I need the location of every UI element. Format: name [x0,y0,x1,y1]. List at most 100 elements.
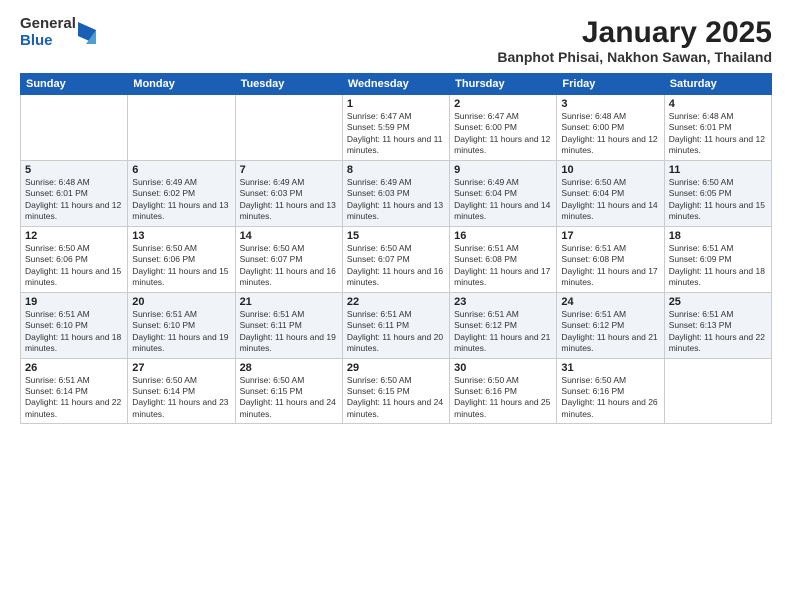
location-title: Banphot Phisai, Nakhon Sawan, Thailand [497,49,772,65]
day-number: 23 [454,296,552,308]
day-info: Sunrise: 6:49 AM Sunset: 6:03 PM Dayligh… [347,177,445,223]
day-info: Sunrise: 6:50 AM Sunset: 6:15 PM Dayligh… [347,375,445,421]
cell-week0-day0 [21,95,128,161]
day-info: Sunrise: 6:50 AM Sunset: 6:15 PM Dayligh… [240,375,338,421]
cell-week1-day5: 10Sunrise: 6:50 AM Sunset: 6:04 PM Dayli… [557,160,664,226]
cell-week2-day1: 13Sunrise: 6:50 AM Sunset: 6:06 PM Dayli… [128,226,235,292]
week-row-0: 1Sunrise: 6:47 AM Sunset: 5:59 PM Daylig… [21,95,772,161]
calendar-table: Sunday Monday Tuesday Wednesday Thursday… [20,73,772,424]
day-number: 1 [347,98,445,110]
day-number: 10 [561,164,659,176]
cell-week4-day5: 31Sunrise: 6:50 AM Sunset: 6:16 PM Dayli… [557,358,664,424]
cell-week3-day5: 24Sunrise: 6:51 AM Sunset: 6:12 PM Dayli… [557,292,664,358]
day-info: Sunrise: 6:49 AM Sunset: 6:02 PM Dayligh… [132,177,230,223]
cell-week2-day0: 12Sunrise: 6:50 AM Sunset: 6:06 PM Dayli… [21,226,128,292]
day-info: Sunrise: 6:51 AM Sunset: 6:14 PM Dayligh… [25,375,123,421]
header-wednesday: Wednesday [342,74,449,95]
cell-week3-day0: 19Sunrise: 6:51 AM Sunset: 6:10 PM Dayli… [21,292,128,358]
day-number: 2 [454,98,552,110]
header-friday: Friday [557,74,664,95]
week-row-4: 26Sunrise: 6:51 AM Sunset: 6:14 PM Dayli… [21,358,772,424]
day-info: Sunrise: 6:49 AM Sunset: 6:03 PM Dayligh… [240,177,338,223]
day-info: Sunrise: 6:50 AM Sunset: 6:06 PM Dayligh… [25,243,123,289]
day-number: 3 [561,98,659,110]
day-number: 15 [347,230,445,242]
week-row-3: 19Sunrise: 6:51 AM Sunset: 6:10 PM Dayli… [21,292,772,358]
cell-week4-day0: 26Sunrise: 6:51 AM Sunset: 6:14 PM Dayli… [21,358,128,424]
day-number: 29 [347,362,445,374]
day-info: Sunrise: 6:51 AM Sunset: 6:10 PM Dayligh… [25,309,123,355]
day-number: 24 [561,296,659,308]
cell-week4-day6 [664,358,771,424]
day-info: Sunrise: 6:49 AM Sunset: 6:04 PM Dayligh… [454,177,552,223]
cell-week3-day1: 20Sunrise: 6:51 AM Sunset: 6:10 PM Dayli… [128,292,235,358]
day-number: 25 [669,296,767,308]
cell-week0-day4: 2Sunrise: 6:47 AM Sunset: 6:00 PM Daylig… [450,95,557,161]
day-number: 9 [454,164,552,176]
day-number: 26 [25,362,123,374]
day-info: Sunrise: 6:51 AM Sunset: 6:08 PM Dayligh… [561,243,659,289]
day-number: 13 [132,230,230,242]
day-info: Sunrise: 6:50 AM Sunset: 6:07 PM Dayligh… [347,243,445,289]
logo-icon [78,22,96,44]
day-info: Sunrise: 6:50 AM Sunset: 6:06 PM Dayligh… [132,243,230,289]
week-row-1: 5Sunrise: 6:48 AM Sunset: 6:01 PM Daylig… [21,160,772,226]
cell-week0-day1 [128,95,235,161]
header-saturday: Saturday [664,74,771,95]
cell-week1-day3: 8Sunrise: 6:49 AM Sunset: 6:03 PM Daylig… [342,160,449,226]
day-info: Sunrise: 6:51 AM Sunset: 6:12 PM Dayligh… [454,309,552,355]
day-info: Sunrise: 6:50 AM Sunset: 6:05 PM Dayligh… [669,177,767,223]
cell-week0-day2 [235,95,342,161]
day-info: Sunrise: 6:51 AM Sunset: 6:08 PM Dayligh… [454,243,552,289]
day-number: 19 [25,296,123,308]
cell-week2-day4: 16Sunrise: 6:51 AM Sunset: 6:08 PM Dayli… [450,226,557,292]
cell-week1-day6: 11Sunrise: 6:50 AM Sunset: 6:05 PM Dayli… [664,160,771,226]
cell-week3-day3: 22Sunrise: 6:51 AM Sunset: 6:11 PM Dayli… [342,292,449,358]
day-info: Sunrise: 6:50 AM Sunset: 6:04 PM Dayligh… [561,177,659,223]
cell-week2-day3: 15Sunrise: 6:50 AM Sunset: 6:07 PM Dayli… [342,226,449,292]
cell-week1-day1: 6Sunrise: 6:49 AM Sunset: 6:02 PM Daylig… [128,160,235,226]
day-number: 6 [132,164,230,176]
page: General Blue January 2025 Banphot Phisai… [0,0,792,612]
day-info: Sunrise: 6:51 AM Sunset: 6:12 PM Dayligh… [561,309,659,355]
day-number: 27 [132,362,230,374]
day-info: Sunrise: 6:48 AM Sunset: 6:00 PM Dayligh… [561,111,659,157]
day-info: Sunrise: 6:47 AM Sunset: 6:00 PM Dayligh… [454,111,552,157]
header: General Blue January 2025 Banphot Phisai… [20,16,772,65]
header-sunday: Sunday [21,74,128,95]
cell-week1-day0: 5Sunrise: 6:48 AM Sunset: 6:01 PM Daylig… [21,160,128,226]
cell-week4-day2: 28Sunrise: 6:50 AM Sunset: 6:15 PM Dayli… [235,358,342,424]
logo-blue: Blue [20,33,76,50]
day-info: Sunrise: 6:50 AM Sunset: 6:16 PM Dayligh… [454,375,552,421]
cell-week3-day4: 23Sunrise: 6:51 AM Sunset: 6:12 PM Dayli… [450,292,557,358]
day-number: 20 [132,296,230,308]
cell-week3-day2: 21Sunrise: 6:51 AM Sunset: 6:11 PM Dayli… [235,292,342,358]
day-number: 30 [454,362,552,374]
week-row-2: 12Sunrise: 6:50 AM Sunset: 6:06 PM Dayli… [21,226,772,292]
day-number: 22 [347,296,445,308]
calendar-header-row: Sunday Monday Tuesday Wednesday Thursday… [21,74,772,95]
logo-text: General Blue [20,16,76,49]
day-info: Sunrise: 6:51 AM Sunset: 6:09 PM Dayligh… [669,243,767,289]
logo: General Blue [20,16,96,49]
day-number: 17 [561,230,659,242]
cell-week0-day3: 1Sunrise: 6:47 AM Sunset: 5:59 PM Daylig… [342,95,449,161]
cell-week0-day6: 4Sunrise: 6:48 AM Sunset: 6:01 PM Daylig… [664,95,771,161]
day-number: 11 [669,164,767,176]
day-number: 16 [454,230,552,242]
day-info: Sunrise: 6:48 AM Sunset: 6:01 PM Dayligh… [25,177,123,223]
header-monday: Monday [128,74,235,95]
cell-week4-day4: 30Sunrise: 6:50 AM Sunset: 6:16 PM Dayli… [450,358,557,424]
month-title: January 2025 [497,16,772,49]
cell-week2-day6: 18Sunrise: 6:51 AM Sunset: 6:09 PM Dayli… [664,226,771,292]
cell-week1-day2: 7Sunrise: 6:49 AM Sunset: 6:03 PM Daylig… [235,160,342,226]
day-info: Sunrise: 6:47 AM Sunset: 5:59 PM Dayligh… [347,111,445,157]
day-number: 28 [240,362,338,374]
day-number: 4 [669,98,767,110]
title-section: January 2025 Banphot Phisai, Nakhon Sawa… [497,16,772,65]
day-number: 18 [669,230,767,242]
day-info: Sunrise: 6:51 AM Sunset: 6:10 PM Dayligh… [132,309,230,355]
day-number: 12 [25,230,123,242]
day-info: Sunrise: 6:51 AM Sunset: 6:13 PM Dayligh… [669,309,767,355]
day-number: 5 [25,164,123,176]
